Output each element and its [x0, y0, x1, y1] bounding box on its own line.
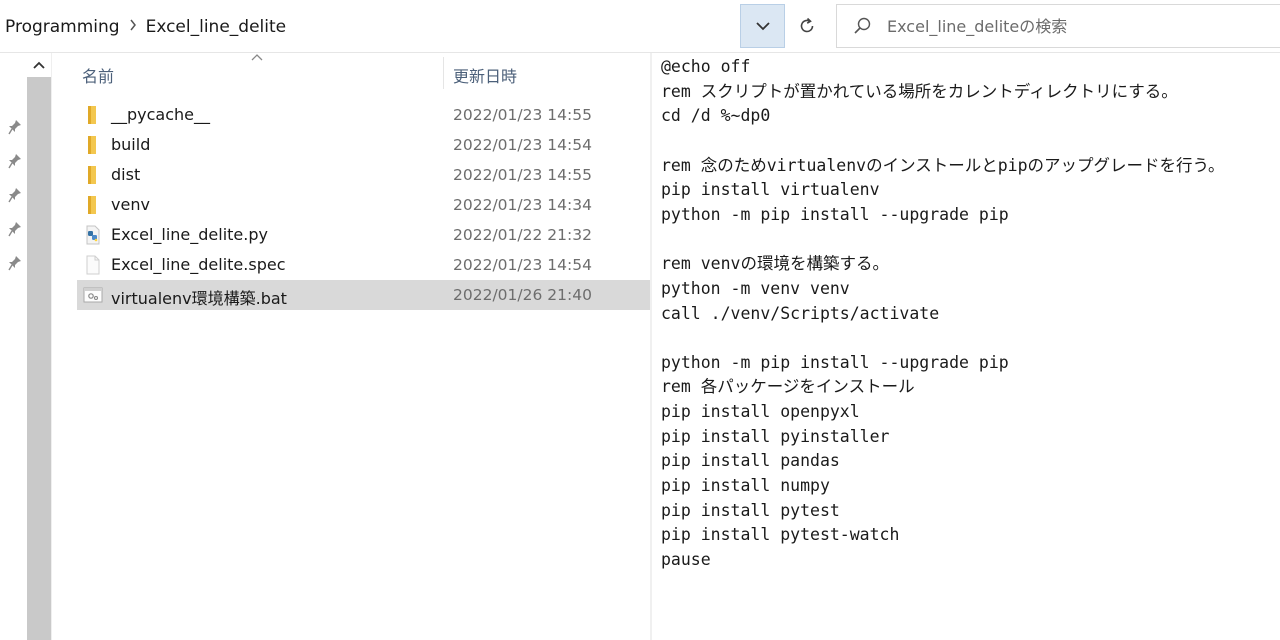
- preview-line: pip install pandas: [661, 451, 840, 471]
- folder-icon: [83, 195, 103, 215]
- chevron-down-icon: [755, 21, 770, 30]
- file-row[interactable]: build 2022/01/23 14:54: [77, 130, 650, 160]
- file-name: venv: [111, 195, 150, 214]
- file-name: Excel_line_delite.py: [111, 225, 268, 244]
- file-row[interactable]: Excel_line_delite.spec 2022/01/23 14:54: [77, 250, 650, 280]
- scroll-up-button[interactable]: [27, 53, 51, 77]
- file-row[interactable]: Excel_line_delite.py 2022/01/22 21:32: [77, 220, 650, 250]
- search-input[interactable]: [887, 16, 1267, 36]
- file-name: __pycache__: [111, 105, 211, 124]
- address-toolbar: Programming Excel_line_delite: [0, 0, 1280, 53]
- file-date-modified: 2022/01/23 14:55: [453, 166, 592, 184]
- address-history-dropdown-button[interactable]: [740, 4, 785, 48]
- file-row[interactable]: virtualenv環境構築.bat 2022/01/26 21:40: [77, 280, 650, 310]
- pin-icon[interactable]: [5, 185, 25, 205]
- breadcrumb-item-programming[interactable]: Programming: [5, 17, 120, 37]
- file-row[interactable]: dist 2022/01/23 14:55: [77, 160, 650, 190]
- file-icon: [83, 255, 103, 275]
- python-file-icon: [83, 225, 103, 245]
- preview-line: pip install pyinstaller: [661, 426, 890, 446]
- pin-icon[interactable]: [5, 151, 25, 171]
- file-date-modified: 2022/01/22 21:32: [453, 226, 592, 244]
- batch-file-icon: [83, 285, 103, 305]
- refresh-button[interactable]: [786, 4, 828, 48]
- preview-pane: @echo off rem スクリプトが置かれている場所をカレントディレクトリにす…: [652, 53, 1280, 640]
- preview-line: pip install openpyxl: [661, 402, 860, 422]
- preview-line: pause: [661, 550, 711, 569]
- file-date-modified: 2022/01/23 14:34: [453, 196, 592, 214]
- preview-line: pip install virtualenv: [661, 180, 880, 200]
- pin-icon[interactable]: [5, 219, 25, 239]
- folder-icon: [83, 105, 103, 125]
- file-list-pane: 名前 更新日時 __pycache__ 2022/01/23 14:55 build…: [52, 53, 650, 640]
- navigation-pane: [0, 53, 52, 640]
- file-name: build: [111, 135, 151, 154]
- preview-line: rem スクリプトが置かれている場所をカレントディレクトリにする。: [661, 81, 1178, 101]
- file-name: virtualenv環境構築.bat: [111, 289, 287, 308]
- pin-icon[interactable]: [5, 117, 25, 137]
- preview-line: python -m pip install --upgrade pip: [661, 352, 1009, 372]
- search-icon: [837, 4, 887, 48]
- navigation-scrollbar[interactable]: [27, 77, 51, 640]
- refresh-icon: [800, 17, 814, 33]
- preview-line: cd /d %~dp0: [661, 106, 771, 126]
- breadcrumb-item-excel-line-delite[interactable]: Excel_line_delite: [146, 17, 287, 37]
- column-header-date-modified[interactable]: 更新日時: [453, 63, 517, 87]
- file-row[interactable]: __pycache__ 2022/01/23 14:55: [77, 100, 650, 130]
- file-date-modified: 2022/01/23 14:54: [453, 256, 592, 274]
- preview-line: pip install pytest-watch: [661, 525, 900, 545]
- sort-ascending-icon: [251, 54, 263, 61]
- breadcrumb[interactable]: Programming Excel_line_delite: [0, 5, 740, 48]
- preview-line: pip install numpy: [661, 476, 830, 496]
- search-box[interactable]: [836, 4, 1280, 48]
- column-header-name[interactable]: 名前: [82, 63, 114, 87]
- pin-icon[interactable]: [5, 253, 25, 273]
- file-date-modified: 2022/01/26 21:40: [453, 286, 592, 304]
- preview-line: rem venvの環境を構築する。: [661, 254, 889, 274]
- preview-line: rem 念のためvirtualenvのインストールとpipのアップグレードを行う…: [661, 155, 1225, 175]
- preview-line: python -m venv venv: [661, 278, 850, 298]
- chevron-right-icon[interactable]: [120, 19, 146, 35]
- file-name: Excel_line_delite.spec: [111, 255, 286, 274]
- file-row[interactable]: venv 2022/01/23 14:34: [77, 190, 650, 220]
- preview-line: python -m pip install --upgrade pip: [661, 204, 1009, 224]
- column-header-row: 名前 更新日時: [77, 53, 650, 93]
- preview-line: call ./venv/Scripts/activate: [661, 303, 940, 323]
- folder-icon: [83, 165, 103, 185]
- file-date-modified: 2022/01/23 14:54: [453, 136, 592, 154]
- preview-line: rem 各パッケージをインストール: [661, 377, 915, 397]
- folder-icon: [83, 135, 103, 155]
- file-name: dist: [111, 165, 141, 184]
- file-date-modified: 2022/01/23 14:55: [453, 106, 592, 124]
- preview-line: pip install pytest: [661, 500, 840, 520]
- preview-line: @echo off: [661, 57, 751, 76]
- column-divider[interactable]: [443, 57, 444, 89]
- chevron-up-icon: [33, 61, 45, 69]
